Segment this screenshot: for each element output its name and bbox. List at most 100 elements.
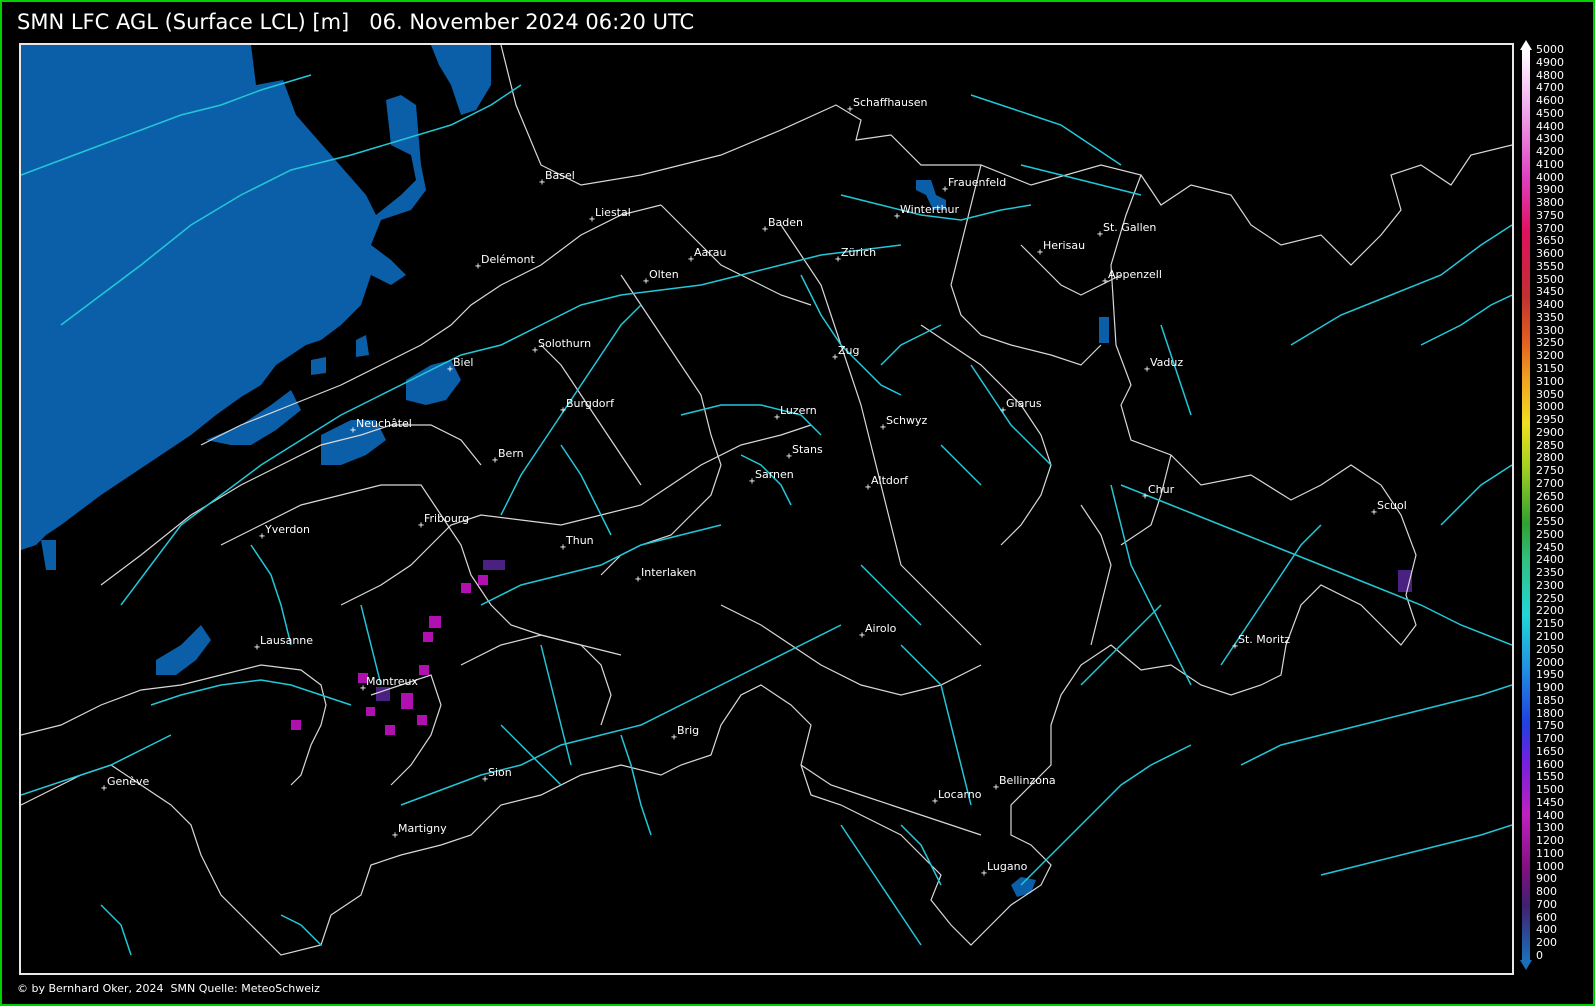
city-label: Burgdorf — [566, 397, 614, 410]
scale-label: 2350 — [1536, 566, 1564, 580]
scale-label: 1750 — [1536, 719, 1564, 733]
city-label: Baden — [768, 216, 804, 229]
city-label: Biel — [453, 356, 474, 369]
scale-label: 2650 — [1536, 489, 1564, 503]
city-label: Fribourg — [424, 512, 470, 525]
city-label: Genève — [107, 775, 150, 788]
scale-label: 3650 — [1536, 234, 1564, 248]
scale-label: 1600 — [1536, 757, 1564, 771]
scale-label: 1450 — [1536, 795, 1564, 809]
scale-label: 0 — [1536, 949, 1543, 962]
scale-label: 1900 — [1536, 681, 1564, 695]
scale-label: 1200 — [1536, 834, 1564, 848]
city-label: Appenzell — [1108, 268, 1162, 281]
scale-label: 2600 — [1536, 502, 1564, 516]
city-label: Bern — [498, 447, 524, 460]
scale-label: 2000 — [1536, 655, 1564, 669]
scale-label: 3400 — [1536, 298, 1564, 312]
city-label: Yverdon — [265, 523, 311, 536]
scale-label: 1550 — [1536, 770, 1564, 784]
scale-label: 400 — [1536, 923, 1557, 937]
scale-label: 1100 — [1536, 846, 1564, 860]
scale-label: 3100 — [1536, 374, 1564, 388]
scale-label: 4400 — [1536, 119, 1564, 133]
scale-label: 2950 — [1536, 413, 1564, 427]
scale-label: 4000 — [1536, 170, 1564, 184]
scale-label: 4700 — [1536, 81, 1564, 95]
scale-label: 4500 — [1536, 106, 1564, 120]
color-scale: 5000 4900 4800 4700 4600 4500 4400 4300 4200 4100… — [1520, 40, 1590, 980]
scale-label: 2150 — [1536, 617, 1564, 631]
city-label: Herisau — [1043, 239, 1086, 252]
scale-label: 3500 — [1536, 272, 1564, 286]
scale-label: 2100 — [1536, 629, 1564, 643]
city-label: Locarno — [938, 788, 982, 801]
scale-label: 1800 — [1536, 706, 1564, 720]
scale-arrow-down-icon — [1520, 960, 1532, 970]
scale-label: 1650 — [1536, 744, 1564, 758]
scale-label: 3750 — [1536, 208, 1564, 222]
scale-label: 5000 — [1536, 43, 1564, 56]
city-label: Sion — [488, 766, 512, 779]
scale-label: 1700 — [1536, 732, 1564, 746]
scale-label: 1500 — [1536, 783, 1564, 797]
scale-label: 3150 — [1536, 362, 1564, 375]
scale-label: 700 — [1536, 897, 1557, 911]
city-label: Schaffhausen — [853, 96, 928, 109]
scale-label: 600 — [1536, 910, 1557, 924]
map-title: SMN LFC AGL (Surface LCL) [m] 06. Novemb… — [17, 10, 695, 34]
city-label: Glarus — [1006, 397, 1042, 410]
city-label: Scuol — [1377, 499, 1407, 512]
map-panel[interactable]: + Schaffhausen + Basel + Frauenfeld + Liestal + W… — [19, 43, 1514, 975]
city-label: Bellinzona — [999, 774, 1056, 787]
city-label: Sarnen — [755, 468, 794, 481]
scale-label: 2400 — [1536, 553, 1564, 567]
city-label: Solothurn — [538, 337, 592, 350]
scale-label: 3050 — [1536, 387, 1564, 401]
city-label: Altdorf — [871, 474, 909, 487]
scale-label: 2850 — [1536, 438, 1564, 452]
scale-label: 1400 — [1536, 808, 1564, 822]
city-label: Interlaken — [641, 566, 697, 579]
city-label: Zürich — [841, 246, 877, 259]
city-label: Neuchâtel — [356, 417, 412, 430]
scale-label: 2550 — [1536, 515, 1564, 529]
scale-label: 1950 — [1536, 668, 1564, 682]
city-label: Brig — [677, 724, 700, 737]
city-label: Montreux — [366, 675, 419, 688]
scale-label: 2200 — [1536, 604, 1564, 618]
city-label: Lausanne — [260, 634, 314, 647]
scale-label: 1000 — [1536, 859, 1564, 873]
copyright-footer: © by Bernhard Oker, 2024 SMN Quelle: Met… — [17, 982, 320, 995]
scale-arrow-up-icon — [1520, 40, 1532, 50]
scale-label: 2050 — [1536, 642, 1564, 656]
scale-label: 900 — [1536, 872, 1557, 886]
scale-label: 4800 — [1536, 68, 1564, 82]
city-label: Frauenfeld — [948, 176, 1007, 189]
city-label: Aarau — [694, 246, 727, 259]
city-label: Liestal — [595, 206, 631, 219]
scale-label: 1850 — [1536, 693, 1564, 707]
city-label: Vaduz — [1150, 356, 1184, 369]
scale-label: 4100 — [1536, 157, 1564, 171]
scale-gradient-bar — [1522, 50, 1530, 960]
scale-label: 3700 — [1536, 221, 1564, 235]
scale-label: 4300 — [1536, 132, 1564, 146]
scale-label: 3250 — [1536, 336, 1564, 350]
city-label: Chur — [1148, 483, 1175, 496]
scale-label: 200 — [1536, 936, 1557, 950]
scale-label: 4900 — [1536, 55, 1564, 69]
map-canvas — [21, 45, 1512, 956]
city-label: St. Moritz — [1238, 633, 1291, 646]
city-label: Schwyz — [886, 414, 928, 427]
scale-label: 3000 — [1536, 400, 1564, 414]
city-label: Lugano — [987, 860, 1028, 873]
city-label: Delémont — [481, 253, 535, 266]
scale-label: 2800 — [1536, 451, 1564, 465]
city-label: Basel — [545, 169, 575, 182]
scale-label: 2250 — [1536, 591, 1564, 605]
scale-label: 3300 — [1536, 323, 1564, 337]
scale-label: 800 — [1536, 885, 1557, 899]
scale-label: 2450 — [1536, 540, 1564, 554]
scale-label: 2300 — [1536, 578, 1564, 592]
